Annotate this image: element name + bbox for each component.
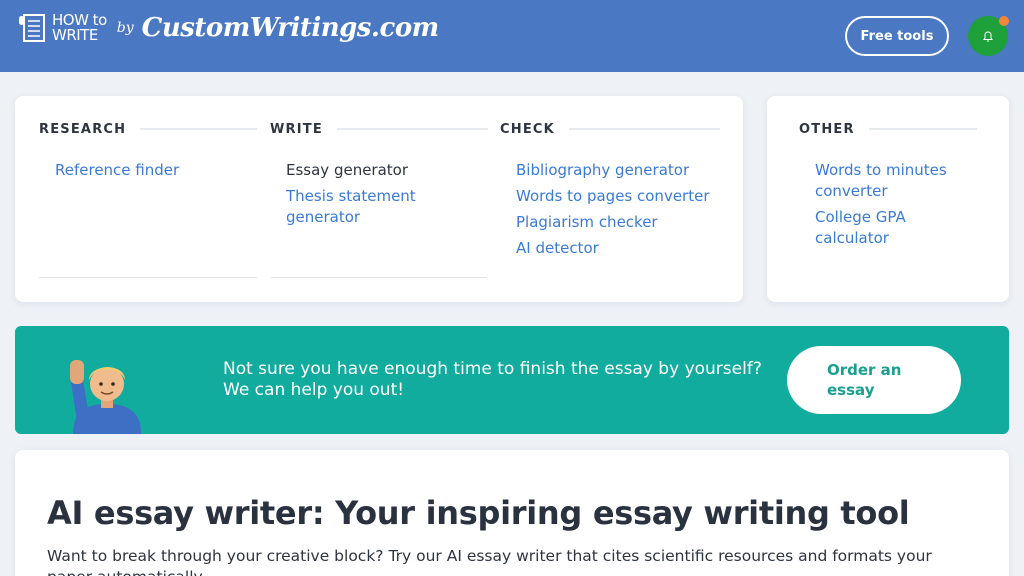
bell-icon [983,30,993,41]
other-tools-card: OTHER Words to minutes converter College… [767,96,1009,302]
tools-menu-card: RESEARCH Reference finder WRITE Essay ge… [15,96,743,302]
divider [868,128,977,130]
divider [568,128,720,130]
thesis-statement-generator-link[interactable]: Thesis statement generator [286,186,446,228]
order-essay-banner: Not sure you have enough time to finish … [15,326,1009,434]
logo-by: by [116,20,134,36]
reference-finder-link[interactable]: Reference finder [55,160,257,181]
raised-hand-person-icon [70,360,141,434]
divider [271,277,487,278]
banner-message: Not sure you have enough time to finish … [223,359,762,400]
ai-detector-link[interactable]: AI detector [516,238,720,259]
divider [336,128,488,130]
free-tools-button[interactable]: Free tools [845,16,949,56]
article-card: AI essay writer: Your inspiring essay wr… [15,450,1009,576]
order-essay-label: Order an essay [827,361,902,399]
check-column: CHECK Bibliography generator Words to pa… [500,120,720,264]
words-to-minutes-converter-link[interactable]: Words to minutes converter [815,160,977,202]
college-gpa-calculator-link[interactable]: College GPA calculator [815,207,935,249]
page-title: AI essay writer: Your inspiring essay wr… [47,494,910,532]
order-essay-button[interactable]: Order an essay [787,346,961,414]
research-heading: RESEARCH [39,121,127,137]
site-logo[interactable]: HOW to WRITE by CustomWritings.com [16,12,439,44]
divider [140,128,257,130]
other-column: OTHER Words to minutes converter College… [799,120,977,254]
logo-line-2: WRITE [52,26,98,44]
essay-generator-link[interactable]: Essay generator [286,160,488,181]
bibliography-generator-link[interactable]: Bibliography generator [516,160,720,181]
notification-badge [999,16,1009,26]
write-heading: WRITE [270,121,323,137]
other-heading: OTHER [799,121,855,137]
logo-brand: CustomWritings.com [141,13,440,43]
check-heading: CHECK [500,121,555,137]
article-intro: Want to break through your creative bloc… [47,547,932,576]
plagiarism-checker-link[interactable]: Plagiarism checker [516,212,720,233]
write-column: WRITE Essay generator Thesis statement g… [270,120,488,233]
logo-wordmark: HOW to WRITE [52,13,107,43]
research-column: RESEARCH Reference finder [39,120,257,186]
divider [39,277,257,278]
top-navigation-bar: HOW to WRITE by CustomWritings.com Free … [0,0,1024,72]
book-icon [19,14,45,42]
words-to-pages-converter-link[interactable]: Words to pages converter [516,186,720,207]
